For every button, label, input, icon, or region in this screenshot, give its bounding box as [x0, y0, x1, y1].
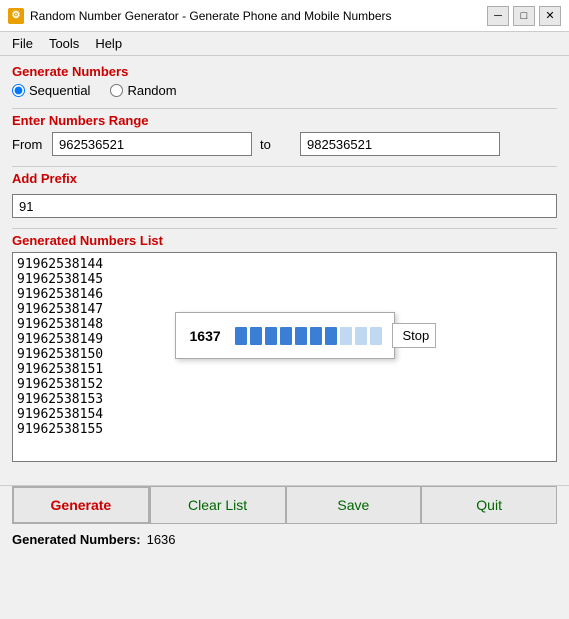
range-label: Enter Numbers Range: [12, 113, 557, 128]
status-value: 1636: [147, 532, 176, 547]
progress-segment: [355, 327, 367, 345]
random-radio[interactable]: [110, 84, 123, 97]
progress-overlay: 1637 Stop: [175, 312, 395, 359]
minimize-button[interactable]: ─: [487, 6, 509, 26]
radio-group: Sequential Random: [12, 83, 557, 98]
save-button[interactable]: Save: [286, 486, 422, 524]
sequential-radio[interactable]: [12, 84, 25, 97]
divider1: [12, 108, 557, 109]
prefix-input[interactable]: [12, 194, 557, 218]
stop-button[interactable]: Stop: [392, 323, 436, 348]
generate-button[interactable]: Generate: [12, 486, 150, 524]
list-section: Generated Numbers List 1637 Stop: [12, 233, 557, 465]
prefix-label: Add Prefix: [12, 171, 557, 186]
progress-segment: [340, 327, 352, 345]
prefix-section: Add Prefix: [12, 171, 557, 218]
clear-list-button[interactable]: Clear List: [150, 486, 286, 524]
sequential-label: Sequential: [29, 83, 90, 98]
range-section: Enter Numbers Range From to: [12, 113, 557, 156]
progress-segment: [280, 327, 292, 345]
progress-segment: [295, 327, 307, 345]
menu-bar: File Tools Help: [0, 32, 569, 56]
generate-numbers-label: Generate Numbers: [12, 64, 557, 79]
maximize-button[interactable]: □: [513, 6, 535, 26]
menu-file[interactable]: File: [4, 34, 41, 53]
window-controls: ─ □ ✕: [487, 6, 561, 26]
divider3: [12, 228, 557, 229]
divider2: [12, 166, 557, 167]
random-label: Random: [127, 83, 176, 98]
window-title: Random Number Generator - Generate Phone…: [30, 9, 487, 23]
progress-bar: [235, 327, 382, 345]
list-label: Generated Numbers List: [12, 233, 557, 248]
close-button[interactable]: ✕: [539, 6, 561, 26]
bottom-buttons: Generate Clear List Save Quit: [0, 485, 569, 528]
sequential-radio-label[interactable]: Sequential: [12, 83, 90, 98]
menu-tools[interactable]: Tools: [41, 34, 87, 53]
quit-button[interactable]: Quit: [421, 486, 557, 524]
title-bar: ⚙ Random Number Generator - Generate Pho…: [0, 0, 569, 32]
menu-help[interactable]: Help: [87, 34, 130, 53]
to-input[interactable]: [300, 132, 500, 156]
main-content: Generate Numbers Sequential Random Enter…: [0, 56, 569, 479]
from-input[interactable]: [52, 132, 252, 156]
progress-segment: [310, 327, 322, 345]
progress-segment: [265, 327, 277, 345]
progress-segment: [235, 327, 247, 345]
status-label: Generated Numbers:: [12, 532, 141, 547]
range-row: From to: [12, 132, 557, 156]
random-radio-label[interactable]: Random: [110, 83, 176, 98]
list-container: 1637 Stop: [12, 252, 557, 465]
progress-segment: [250, 327, 262, 345]
status-bar: Generated Numbers: 1636: [0, 528, 569, 551]
progress-count: 1637: [190, 328, 225, 344]
generate-numbers-section: Generate Numbers Sequential Random: [12, 64, 557, 98]
progress-segment: [370, 327, 382, 345]
from-label: From: [12, 137, 44, 152]
progress-segment: [325, 327, 337, 345]
app-icon: ⚙: [8, 8, 24, 24]
to-label: to: [260, 137, 292, 152]
